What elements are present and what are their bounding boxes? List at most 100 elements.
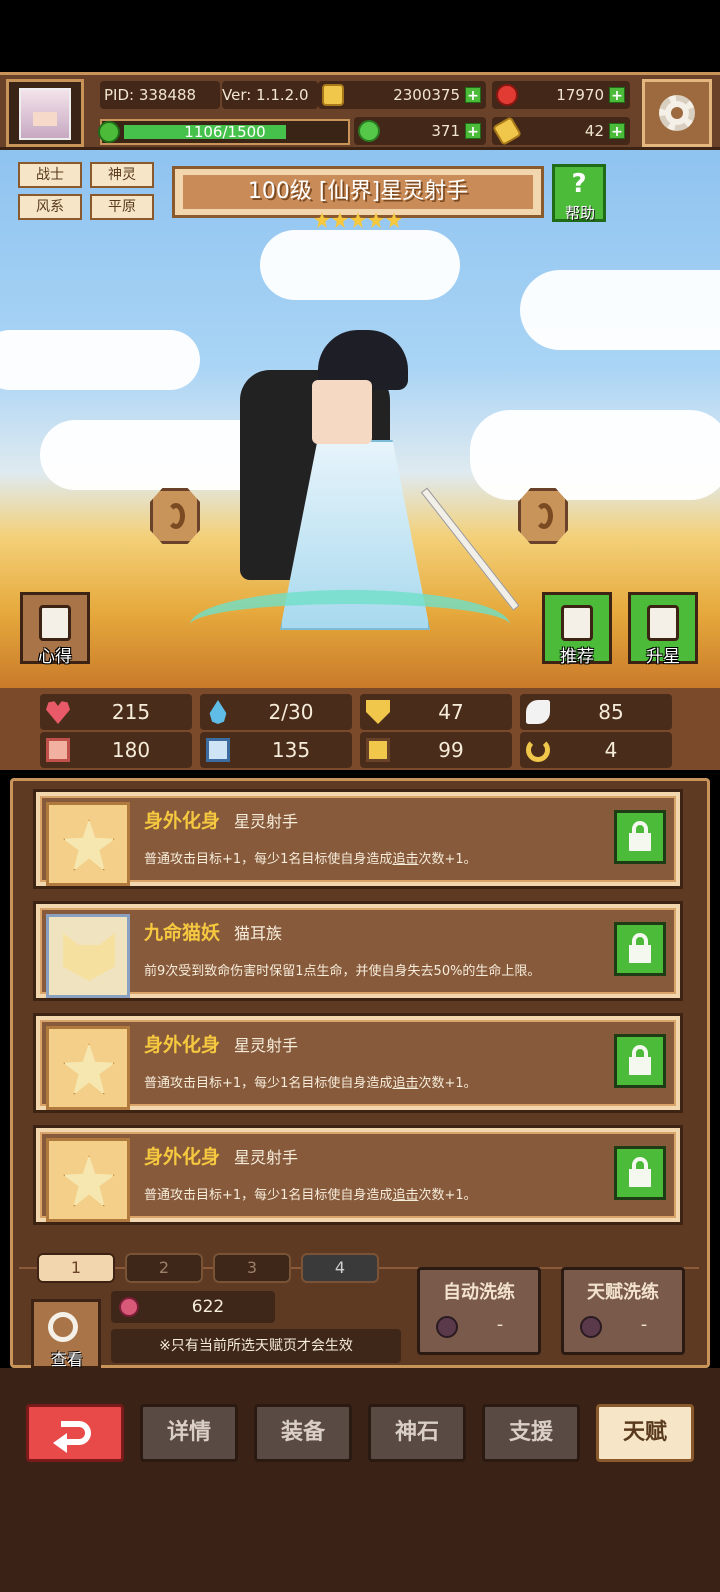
stat-value: 2/30 <box>268 700 314 724</box>
talent-card: 身外化身 星灵射手 普通攻击目标+1，每少1名目标使自身造成追击次数+1。 <box>40 1020 676 1110</box>
clover-counter: 371 + <box>354 117 486 145</box>
lock-button[interactable] <box>614 1146 666 1200</box>
talent-icon-frame <box>46 1026 130 1110</box>
gold-counter: 2300375 + <box>318 81 486 109</box>
talent-page-tab-1[interactable]: 1 <box>37 1253 115 1283</box>
desc-text: 普通攻击目标+1，每少1名目标使自身造成 <box>144 1188 393 1203</box>
rotate-left-button[interactable] <box>150 488 200 544</box>
talent-refine-cost: - <box>640 1314 648 1335</box>
star-up-button[interactable]: 升星 <box>628 592 698 667</box>
chase-attack-link[interactable]: 追击 <box>392 1076 418 1091</box>
hero-star-rating <box>314 212 404 232</box>
talent-icon-frame <box>46 1138 130 1222</box>
cloud <box>0 330 200 390</box>
boot-icon <box>366 738 390 762</box>
wind-effect <box>190 590 510 660</box>
recommend-button[interactable]: 推荐 <box>542 592 612 667</box>
top-header: PID: 338488 Ver: 1.1.2.0 2300375 + 17970… <box>0 72 720 150</box>
stat-value: 85 <box>598 700 624 724</box>
star-talent-icon <box>63 819 115 871</box>
add-ticket-button[interactable]: + <box>609 123 625 140</box>
view-button[interactable]: 查看 <box>31 1299 101 1369</box>
chase-attack-link[interactable]: 追击 <box>392 852 418 867</box>
talent-source: 星灵射手 <box>234 1148 299 1167</box>
lock-button[interactable] <box>614 1034 666 1088</box>
stat-value: 215 <box>111 700 151 724</box>
player-id: PID: 338488 <box>100 81 220 109</box>
talent-page-tab-3[interactable]: 3 <box>213 1253 291 1283</box>
desc-text: 普通攻击目标+1，每少1名目标使自身造成 <box>144 852 393 867</box>
hero-sword <box>420 487 520 611</box>
star-up-label: 升星 <box>646 647 680 667</box>
talent-name: 身外化身 <box>144 1146 221 1168</box>
wing-icon <box>526 700 550 724</box>
talent-page-tab-4[interactable]: 4 <box>301 1253 379 1283</box>
lock-icon-body <box>629 833 651 851</box>
clover-value: 371 <box>431 122 460 140</box>
talent-source: 星灵射手 <box>234 1036 299 1055</box>
hero-title-plate: 100级 [仙界]星灵射手 <box>172 166 544 218</box>
talent-slot-4[interactable]: 身外化身 星灵射手 普通攻击目标+1，每少1名目标使自身造成追击次数+1。 <box>33 1125 683 1225</box>
lock-icon-body <box>629 1057 651 1075</box>
lock-button[interactable] <box>614 810 666 864</box>
red-gem-icon <box>496 84 518 106</box>
stat-value: 47 <box>438 700 464 724</box>
stat-mana: 2/30 <box>200 694 352 730</box>
talent-description: 普通攻击目标+1，每少1名目标使自身造成追击次数+1。 <box>144 848 614 867</box>
shield-icon <box>366 700 390 724</box>
talent-name: 九命猫妖 <box>144 922 221 944</box>
add-gem-button[interactable]: + <box>609 87 625 104</box>
talent-page-tabs: 1 2 3 4 <box>33 1253 393 1285</box>
drop-icon <box>209 700 227 724</box>
help-button[interactable]: ? 帮助 <box>552 164 606 222</box>
player-avatar[interactable] <box>6 79 84 147</box>
stat-value: 4 <box>604 738 618 762</box>
resource-panel: PID: 338488 Ver: 1.1.2.0 2300375 + 17970… <box>92 79 632 147</box>
rotate-right-icon <box>535 503 553 529</box>
nav-details[interactable]: 详情 <box>140 1404 238 1462</box>
stat-dodge: 85 <box>520 694 672 730</box>
talent-slot-2[interactable]: 九命猫妖 猫耳族 前9次受到致命伤害时保留1点生命，并使自身失去50%的生命上限… <box>33 901 683 1001</box>
desc-text: 次数+1。 <box>418 1188 477 1203</box>
book-icon <box>206 738 230 762</box>
nav-equipment[interactable]: 装备 <box>254 1404 352 1462</box>
back-button[interactable] <box>26 1404 124 1462</box>
auto-refine-button[interactable]: 自动洗练 - <box>417 1267 541 1355</box>
talent-slot-1[interactable]: 身外化身 星灵射手 普通攻击目标+1，每少1名目标使自身造成追击次数+1。 <box>33 789 683 889</box>
stat-defense: 47 <box>360 694 512 730</box>
desc-text: 前9次受到致命伤害时保留1点生命，并使自身失去50%的生命上限。 <box>144 964 541 979</box>
chase-attack-link[interactable]: 追击 <box>392 1188 418 1203</box>
lock-icon-body <box>629 945 651 963</box>
ticket-counter: 42 + <box>491 115 630 147</box>
stat-speed: 99 <box>360 732 512 768</box>
hero-scene: 战士 神灵 风系 平原 100级 [仙界]星灵射手 ? 帮助 心得 推荐 升星 <box>0 150 720 688</box>
talent-refine-button[interactable]: 天赋洗练 - <box>561 1267 685 1355</box>
talent-name: 身外化身 <box>144 810 221 832</box>
cat-talent-icon <box>63 933 115 981</box>
add-clover-button[interactable]: + <box>465 123 481 140</box>
recommend-label: 推荐 <box>560 647 594 667</box>
help-label: 帮助 <box>564 204 595 222</box>
talent-page-hint: ※只有当前所选天赋页才会生效 <box>111 1329 401 1363</box>
view-label: 查看 <box>50 1350 83 1369</box>
thumbs-up-icon <box>561 605 593 641</box>
talent-slot-3[interactable]: 身外化身 星灵射手 普通攻击目标+1，每少1名目标使自身造成追击次数+1。 <box>33 1013 683 1113</box>
ticket-icon <box>491 115 523 147</box>
gold-value: 2300375 <box>393 86 460 104</box>
stat-health: 215 <box>40 694 192 730</box>
add-gold-button[interactable]: + <box>465 87 481 104</box>
rotate-right-button[interactable] <box>518 488 568 544</box>
stat-luck: 4 <box>520 732 672 768</box>
talent-card: 身外化身 星灵射手 普通攻击目标+1，每少1名目标使自身造成追击次数+1。 <box>40 1132 676 1222</box>
talent-name: 身外化身 <box>144 1034 221 1056</box>
nav-support[interactable]: 支援 <box>482 1404 580 1462</box>
bottom-navigation: 详情 装备 神石 支援 天赋 <box>0 1368 720 1592</box>
lock-icon-body <box>629 1169 651 1187</box>
settings-button[interactable] <box>642 79 712 147</box>
nav-divine-stone[interactable]: 神石 <box>368 1404 466 1462</box>
stat-value: 99 <box>438 738 464 762</box>
insight-button[interactable]: 心得 <box>20 592 90 667</box>
talent-page-tab-2[interactable]: 2 <box>125 1253 203 1283</box>
nav-talent[interactable]: 天赋 <box>596 1404 694 1462</box>
lock-button[interactable] <box>614 922 666 976</box>
